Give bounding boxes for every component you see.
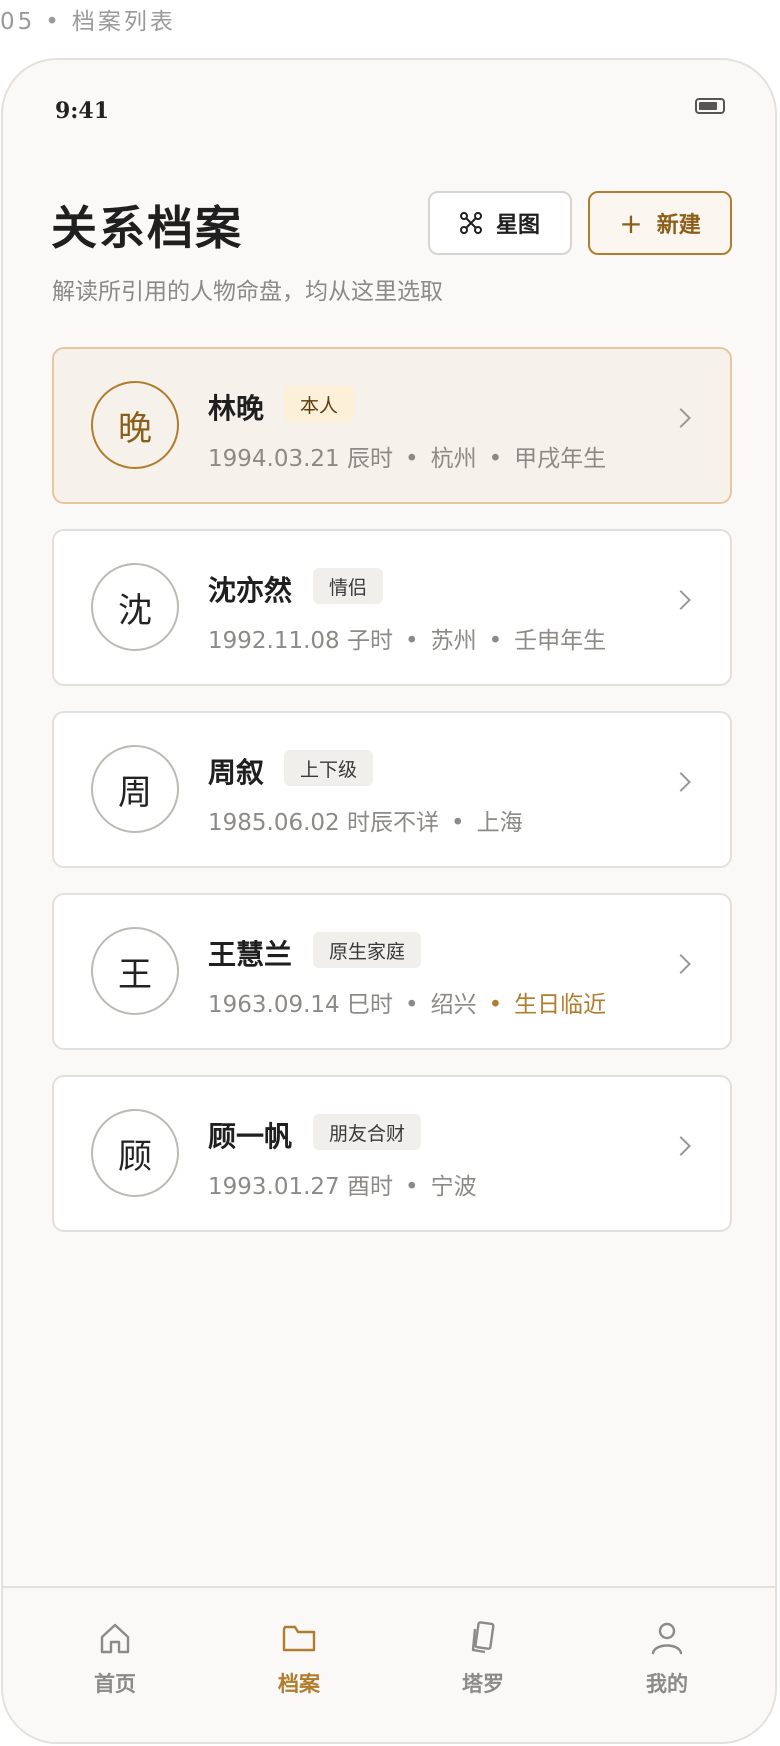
profile-name: 沈亦然 bbox=[208, 574, 293, 607]
star-map-label: 星图 bbox=[495, 213, 540, 238]
profile-meta: 1994.03.21 辰时 • 杭州 • 甲戌年生 bbox=[208, 446, 607, 472]
constellation-icon bbox=[459, 212, 482, 234]
home-icon bbox=[55, 1618, 175, 1658]
profile-name: 林晚 bbox=[208, 392, 265, 425]
avatar: 晚 bbox=[91, 381, 179, 469]
tab-label: 档案 bbox=[278, 1672, 320, 1696]
avatar: 周 bbox=[91, 745, 179, 833]
caption-title: 档案列表 bbox=[71, 9, 176, 35]
profile-name: 顾一帆 bbox=[208, 1120, 293, 1153]
birthday-soon-note: 生日临近 bbox=[514, 992, 607, 1018]
profile-card-friend[interactable]: 顾 顾一帆 朋友合财 1993.01.27 酉时 • 宁波 bbox=[52, 1075, 732, 1232]
birth-city: 杭州 bbox=[430, 446, 477, 472]
chevron-right-icon bbox=[671, 954, 691, 974]
tab-label: 首页 bbox=[94, 1672, 136, 1696]
page-subtitle: 解读所引用的人物命盘，均从这里选取 bbox=[52, 279, 443, 305]
tab-label: 我的 bbox=[646, 1672, 688, 1696]
battery-icon bbox=[695, 98, 725, 114]
new-profile-label: 新建 bbox=[656, 213, 701, 238]
relation-tag: 朋友合财 bbox=[313, 1114, 422, 1150]
birth-date: 1993.01.27 酉时 bbox=[208, 1174, 393, 1200]
profile-meta: 1992.11.08 子时 • 苏州 • 壬申年生 bbox=[208, 628, 607, 654]
caption-index: 05 bbox=[0, 9, 36, 35]
profile-card-partner[interactable]: 沈 沈亦然 情侣 1992.11.08 子时 • 苏州 • 壬申年生 bbox=[52, 529, 732, 686]
chevron-right-icon bbox=[671, 408, 691, 428]
birth-year-note: 甲戌年生 bbox=[514, 446, 607, 472]
profile-card-self[interactable]: 晚 林晚 本人 1994.03.21 辰时 • 杭州 • 甲戌年生 bbox=[52, 347, 732, 504]
chevron-right-icon bbox=[671, 1136, 691, 1156]
tab-tarot[interactable]: 塔罗 bbox=[423, 1618, 543, 1698]
user-icon bbox=[607, 1618, 727, 1658]
profile-card-boss[interactable]: 周 周叙 上下级 1985.06.02 时辰不详 • 上海 bbox=[52, 711, 732, 868]
avatar: 沈 bbox=[91, 563, 179, 651]
birth-date: 1992.11.08 子时 bbox=[208, 628, 393, 654]
tab-profiles[interactable]: 档案 bbox=[239, 1618, 359, 1698]
chevron-right-icon bbox=[671, 590, 691, 610]
birth-date: 1963.09.14 巳时 bbox=[208, 992, 393, 1018]
birth-year-note: 壬申年生 bbox=[514, 628, 607, 654]
birth-city: 上海 bbox=[476, 810, 523, 836]
bottom-tab-bar: 首页 档案 塔罗 我的 bbox=[3, 1586, 775, 1742]
birth-city: 宁波 bbox=[430, 1174, 477, 1200]
birth-date: 1985.06.02 时辰不详 bbox=[208, 810, 439, 836]
profile-meta: 1993.01.27 酉时 • 宁波 bbox=[208, 1174, 477, 1200]
plus-icon: + bbox=[619, 206, 643, 240]
profile-name: 王慧兰 bbox=[208, 938, 293, 971]
tab-me[interactable]: 我的 bbox=[607, 1618, 727, 1698]
birth-date: 1994.03.21 辰时 bbox=[208, 446, 393, 472]
profile-meta: 1963.09.14 巳时 • 绍兴 • 生日临近 bbox=[208, 992, 607, 1018]
tarot-cards-icon bbox=[423, 1618, 543, 1658]
birth-city: 绍兴 bbox=[430, 992, 477, 1018]
phone-frame: 9:41 关系档案 解读所引用的人物命盘，均从这里选取 星图 + 新建 晚 林晚… bbox=[1, 58, 777, 1744]
page-title: 关系档案 bbox=[51, 201, 243, 255]
profile-card-family[interactable]: 王 王慧兰 原生家庭 1963.09.14 巳时 • 绍兴 • 生日临近 bbox=[52, 893, 732, 1050]
avatar: 顾 bbox=[91, 1109, 179, 1197]
avatar: 王 bbox=[91, 927, 179, 1015]
profile-meta: 1985.06.02 时辰不详 • 上海 bbox=[208, 810, 523, 836]
relation-tag: 本人 bbox=[284, 386, 355, 422]
birth-city: 苏州 bbox=[430, 628, 477, 654]
relation-tag: 情侣 bbox=[313, 568, 384, 604]
new-profile-button[interactable]: + 新建 bbox=[588, 191, 732, 255]
tab-home[interactable]: 首页 bbox=[55, 1618, 175, 1698]
caption-separator: • bbox=[45, 9, 62, 35]
tab-label: 塔罗 bbox=[462, 1672, 504, 1696]
folder-icon bbox=[239, 1618, 359, 1658]
relation-tag: 上下级 bbox=[284, 750, 374, 786]
screen-caption: 05 • 档案列表 bbox=[0, 2, 176, 36]
chevron-right-icon bbox=[671, 772, 691, 792]
status-time: 9:41 bbox=[55, 98, 110, 124]
relation-tag: 原生家庭 bbox=[313, 932, 422, 968]
profile-name: 周叙 bbox=[208, 756, 265, 789]
star-map-button[interactable]: 星图 bbox=[428, 191, 572, 255]
